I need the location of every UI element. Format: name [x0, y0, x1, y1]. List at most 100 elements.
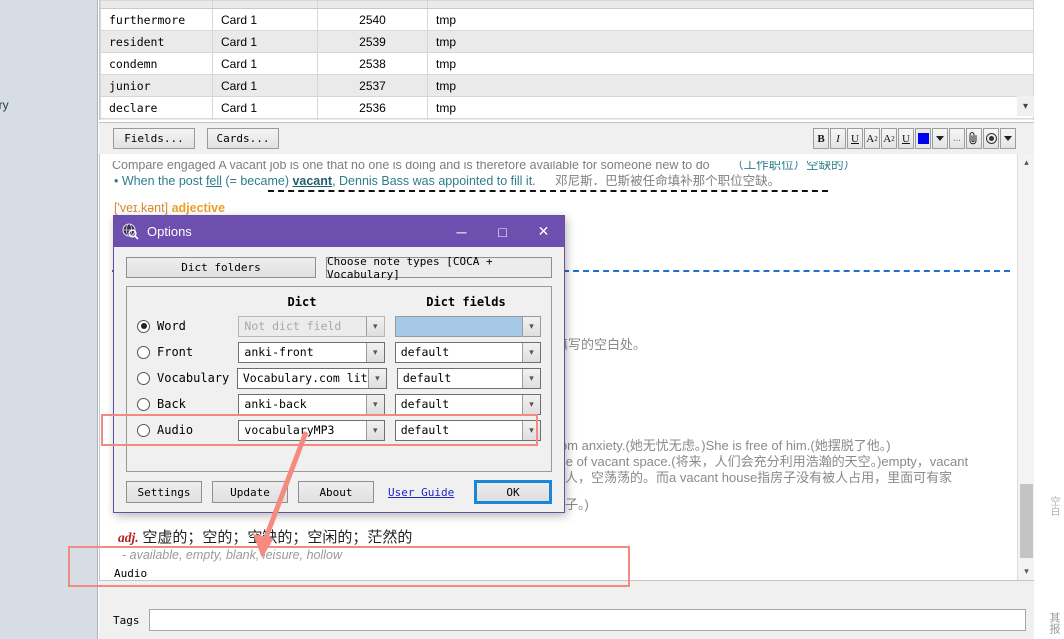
- cell-word: furthermore: [100, 8, 213, 31]
- header-dict: Dict: [287, 295, 317, 309]
- tags-label: Tags: [113, 614, 140, 627]
- radio-audio-label: Audio: [157, 423, 194, 437]
- settings-button[interactable]: Settings: [126, 481, 202, 503]
- cell-card: Card 1: [212, 52, 318, 75]
- radio-cell-vocabulary[interactable]: Vocabulary: [137, 371, 237, 385]
- update-button[interactable]: Update: [212, 481, 288, 503]
- field-select-audio-value: default: [400, 423, 450, 437]
- italic-icon[interactable]: I: [830, 128, 846, 149]
- browser-table[interactable]: furthermore Card 1 2540 tmp resident Car…: [99, 0, 1034, 120]
- editor-scrollbar[interactable]: ▴ ▾: [1017, 154, 1034, 580]
- window-controls: ─ □ ✕: [441, 216, 564, 247]
- field-select-audio[interactable]: default ▾: [394, 419, 541, 441]
- field-select-front[interactable]: default ▾: [394, 341, 541, 363]
- fields-button[interactable]: Fields...: [113, 128, 195, 149]
- chevron-down-icon[interactable]: ▾: [522, 420, 540, 440]
- options-dialog: Options ─ □ ✕ Dict folders Choose note t…: [113, 215, 565, 513]
- app-root: ary furthermore Card 1 2540 tmp resident…: [0, 0, 1064, 639]
- radio-back-icon[interactable]: [137, 397, 150, 411]
- table-scroll-down-icon[interactable]: ▾: [1017, 96, 1034, 116]
- radio-vocabulary-icon[interactable]: [137, 371, 150, 385]
- more-options-icon[interactable]: ...: [949, 128, 965, 149]
- scroll-up-icon[interactable]: ▴: [1018, 154, 1035, 171]
- cell-card: Card 1: [212, 8, 318, 31]
- cell-word: junior: [100, 74, 213, 97]
- dict-select-vocabulary[interactable]: Vocabulary.com lite ▾: [236, 367, 387, 389]
- editor-toolbar: Fields... Cards... B I U A2 A2 U ...: [99, 122, 1034, 154]
- table-row[interactable]: declare Card 1 2536 tmp: [100, 96, 1034, 119]
- scrollbar-thumb[interactable]: [1020, 484, 1033, 558]
- clear-format-icon[interactable]: U: [898, 128, 914, 149]
- cell-deck: tmp: [427, 96, 1034, 119]
- scroll-down-icon[interactable]: ▾: [1018, 563, 1035, 580]
- field-select-word[interactable]: ▾: [394, 315, 541, 337]
- table-row[interactable]: condemn Card 1 2538 tmp: [100, 52, 1034, 75]
- mapping-row-back: Back anki-back ▾ default ▾: [137, 393, 541, 415]
- user-guide-link[interactable]: User Guide: [388, 486, 454, 499]
- subscript-icon[interactable]: A2: [881, 128, 897, 149]
- cards-button[interactable]: Cards...: [207, 128, 279, 149]
- field-select-back[interactable]: default ▾: [394, 393, 541, 415]
- cell-due: 2538: [317, 52, 428, 75]
- cell-deck: tmp: [427, 8, 1034, 31]
- right-edge-text-1: 空白: [1048, 496, 1059, 516]
- superscript-icon[interactable]: A2: [864, 128, 880, 149]
- radio-cell-word[interactable]: Word: [137, 319, 238, 333]
- radio-front-label: Front: [157, 345, 194, 359]
- paperclip-icon[interactable]: [966, 128, 982, 149]
- radio-vocabulary-label: Vocabulary: [157, 371, 230, 385]
- dict-select-front[interactable]: anki-front ▾: [238, 341, 385, 363]
- field-select-vocabulary[interactable]: default ▾: [396, 367, 541, 389]
- bold-icon[interactable]: B: [813, 128, 829, 149]
- dialog-footer: Settings Update About User Guide OK: [114, 480, 564, 504]
- dict-select-back[interactable]: anki-back ▾: [238, 393, 385, 415]
- text-color-icon[interactable]: [915, 128, 931, 149]
- chevron-down-icon[interactable]: ▾: [365, 394, 384, 414]
- record-audio-icon[interactable]: [983, 128, 999, 149]
- card-table: furthermore Card 1 2540 tmp resident Car…: [100, 0, 1034, 120]
- cell-word: condemn: [100, 52, 213, 75]
- extra-dropdown-icon[interactable]: [1000, 128, 1016, 149]
- radio-audio-icon[interactable]: [137, 423, 150, 437]
- mapping-row-audio: Audio vocabularyMP3 ▾ default ▾: [137, 419, 541, 441]
- maximize-icon[interactable]: □: [482, 216, 523, 247]
- cell-word: resident: [100, 30, 213, 53]
- cell-due: 2539: [317, 30, 428, 53]
- minimize-icon[interactable]: ─: [441, 216, 482, 247]
- chevron-down-icon[interactable]: ▾: [365, 342, 384, 362]
- tags-input[interactable]: [149, 609, 1026, 631]
- cell-deck: tmp: [427, 30, 1034, 53]
- chevron-down-icon[interactable]: ▾: [522, 394, 540, 414]
- mapping-row-vocabulary: Vocabulary Vocabulary.com lite ▾ default…: [137, 367, 541, 389]
- editor-ipa-line: ['veɪ.kənt] adjective: [114, 201, 226, 215]
- radio-word-label: Word: [157, 319, 186, 333]
- chevron-down-icon[interactable]: ▾: [365, 316, 384, 336]
- chevron-down-icon[interactable]: ▾: [522, 316, 540, 336]
- ok-button[interactable]: OK: [474, 480, 552, 504]
- chevron-down-icon[interactable]: ▾: [365, 420, 384, 440]
- radio-cell-back[interactable]: Back: [137, 397, 238, 411]
- table-row[interactable]: resident Card 1 2539 tmp: [100, 30, 1034, 53]
- about-button[interactable]: About: [298, 481, 374, 503]
- chevron-down-icon[interactable]: ▾: [522, 342, 540, 362]
- dialog-title-bar[interactable]: Options ─ □ ✕: [114, 216, 564, 247]
- table-row[interactable]: junior Card 1 2537 tmp: [100, 74, 1034, 97]
- chevron-down-icon[interactable]: ▾: [367, 368, 386, 388]
- radio-cell-front[interactable]: Front: [137, 345, 238, 359]
- dict-select-audio-value: vocabularyMP3: [244, 423, 335, 437]
- choose-note-types-button[interactable]: Choose note types [COCA + Vocabulary]: [326, 255, 552, 281]
- radio-cell-audio[interactable]: Audio: [137, 423, 238, 437]
- cell-due: 2540: [317, 8, 428, 31]
- chevron-down-icon[interactable]: ▾: [522, 368, 540, 388]
- dict-select-audio[interactable]: vocabularyMP3 ▾: [238, 419, 385, 441]
- radio-word-icon[interactable]: [137, 319, 150, 333]
- radio-front-icon[interactable]: [137, 345, 150, 359]
- dict-select-word[interactable]: Not dict field ▾: [238, 315, 385, 337]
- underline-icon[interactable]: U: [847, 128, 863, 149]
- table-row[interactable]: furthermore Card 1 2540 tmp: [100, 8, 1034, 31]
- table-row-partial: [100, 0, 1034, 9]
- color-dropdown-icon[interactable]: [932, 128, 948, 149]
- dict-folders-button[interactable]: Dict folders: [126, 257, 316, 278]
- close-icon[interactable]: ✕: [523, 216, 564, 247]
- format-button-group: B I U A2 A2 U ...: [813, 128, 1016, 149]
